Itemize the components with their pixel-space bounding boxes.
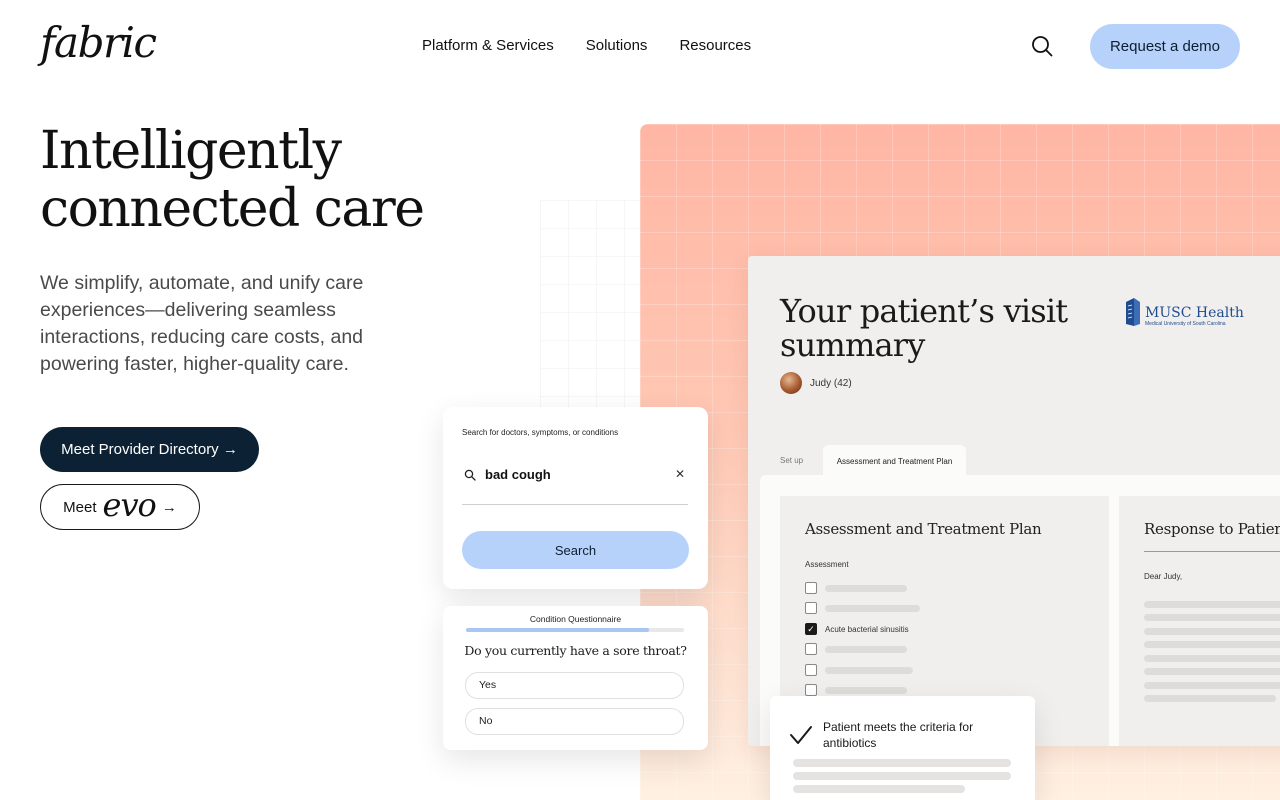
option-no[interactable]: No	[465, 708, 684, 735]
placeholder-line	[825, 645, 907, 653]
symptom-search-card: Search for doctors, symptoms, or conditi…	[443, 407, 708, 589]
search-input-value[interactable]: bad cough	[485, 467, 551, 482]
search-icon	[464, 469, 476, 481]
search-button[interactable]: Search	[462, 531, 689, 569]
checkbox[interactable]	[805, 643, 817, 655]
site-header: fabric Platform & Services Solutions Res…	[0, 0, 1280, 92]
meet-evo-button[interactable]: Meet evo →	[40, 484, 200, 530]
checkbox-checked[interactable]: ✓	[805, 623, 817, 635]
tab-set-up[interactable]: Set up	[780, 456, 803, 465]
placeholder-line	[1144, 601, 1280, 608]
questionnaire-question: Do you currently have a sore throat?	[464, 643, 687, 658]
nav-resources[interactable]: Resources	[679, 36, 751, 56]
hero-title-line-1: Intelligently	[40, 121, 342, 181]
option-yes[interactable]: Yes	[465, 672, 684, 699]
assessment-item[interactable]	[805, 602, 920, 614]
response-column: Response to Patient Dear Judy,	[1119, 496, 1280, 746]
main-nav: Platform & Services Solutions Resources	[422, 36, 751, 56]
patient-name: Judy (42)	[810, 377, 852, 389]
fabric-logo[interactable]: fabric	[40, 18, 157, 68]
placeholder-line	[793, 785, 965, 793]
request-demo-button[interactable]: Request a demo	[1090, 24, 1240, 69]
search-label: Search for doctors, symptoms, or conditi…	[462, 428, 619, 437]
assessment-item[interactable]	[805, 643, 907, 655]
nav-platform-services[interactable]: Platform & Services	[422, 36, 554, 56]
assessment-item[interactable]	[805, 664, 913, 676]
placeholder-line	[1144, 614, 1280, 621]
checkbox[interactable]	[805, 684, 817, 696]
placeholder-line	[825, 666, 913, 674]
arrow-right-icon: →	[161, 498, 177, 516]
checkbox[interactable]	[805, 664, 817, 676]
questionnaire-label: Condition Questionnaire	[529, 614, 622, 624]
tab-assessment-treatment-plan[interactable]: Assessment and Treatment Plan	[823, 445, 966, 475]
placeholder-line	[825, 584, 907, 592]
checkbox[interactable]	[805, 602, 817, 614]
response-greeting: Dear Judy,	[1144, 572, 1183, 581]
placeholder-line	[825, 686, 907, 694]
search-icon[interactable]	[1030, 34, 1054, 58]
condition-questionnaire-card: Condition Questionnaire Do you currently…	[443, 606, 708, 750]
assessment-item-checked[interactable]: ✓ Acute bacterial sinusitis	[805, 623, 909, 635]
musc-health-logo: MUSC Health Medical University of South …	[1124, 296, 1244, 327]
questionnaire-progress	[466, 628, 684, 632]
assessment-item-label: Acute bacterial sinusitis	[825, 624, 909, 634]
placeholder-line	[1144, 628, 1280, 635]
antibiotics-criteria-card: Patient meets the criteria for antibioti…	[770, 696, 1035, 800]
search-input[interactable]: bad cough ✕	[462, 467, 688, 505]
musc-building-icon	[1126, 298, 1140, 326]
placeholder-line	[793, 772, 1011, 780]
meet-evo-prefix: Meet	[63, 498, 97, 516]
placeholder-line	[1144, 682, 1280, 689]
checkbox[interactable]	[805, 582, 817, 594]
hero-title-line-2: connected care	[40, 179, 425, 239]
divider	[1144, 551, 1280, 552]
assessment-title: Assessment and Treatment Plan	[805, 520, 1042, 538]
response-title: Response to Patient	[1144, 520, 1280, 538]
checkmark-icon	[790, 726, 812, 744]
placeholder-line	[1144, 668, 1280, 675]
assessment-item[interactable]	[805, 684, 907, 696]
hero-subtitle: We simplify, automate, and unify care ex…	[40, 272, 364, 375]
meet-provider-directory-button[interactable]: Meet Provider Directory →	[40, 427, 259, 472]
visit-summary-title: Your patient’s visit summary	[780, 292, 1068, 364]
close-icon[interactable]: ✕	[675, 467, 685, 481]
placeholder-line	[825, 604, 920, 612]
hero-title: Intelligently connected care	[40, 122, 460, 238]
placeholder-line	[793, 759, 1011, 767]
questionnaire-progress-fill	[466, 628, 650, 632]
assessment-item[interactable]	[805, 582, 907, 594]
assessment-label: Assessment	[805, 560, 849, 569]
evo-wordmark: evo	[102, 486, 157, 524]
avatar	[780, 372, 802, 394]
musc-name: MUSC Health	[1145, 305, 1244, 321]
musc-text: MUSC Health Medical University of South …	[1145, 296, 1244, 327]
criteria-text: Patient meets the criteria for antibioti…	[823, 720, 974, 750]
placeholder-line	[1144, 655, 1280, 662]
placeholder-line	[1144, 641, 1280, 648]
placeholder-line	[1144, 695, 1276, 702]
visit-summary-card: Your patient’s visit summary MUSC Health…	[748, 256, 1280, 746]
patient-info: Judy (42)	[780, 372, 852, 394]
musc-subtitle: Medical University of South Carolina	[1145, 321, 1226, 327]
nav-solutions[interactable]: Solutions	[586, 36, 648, 56]
